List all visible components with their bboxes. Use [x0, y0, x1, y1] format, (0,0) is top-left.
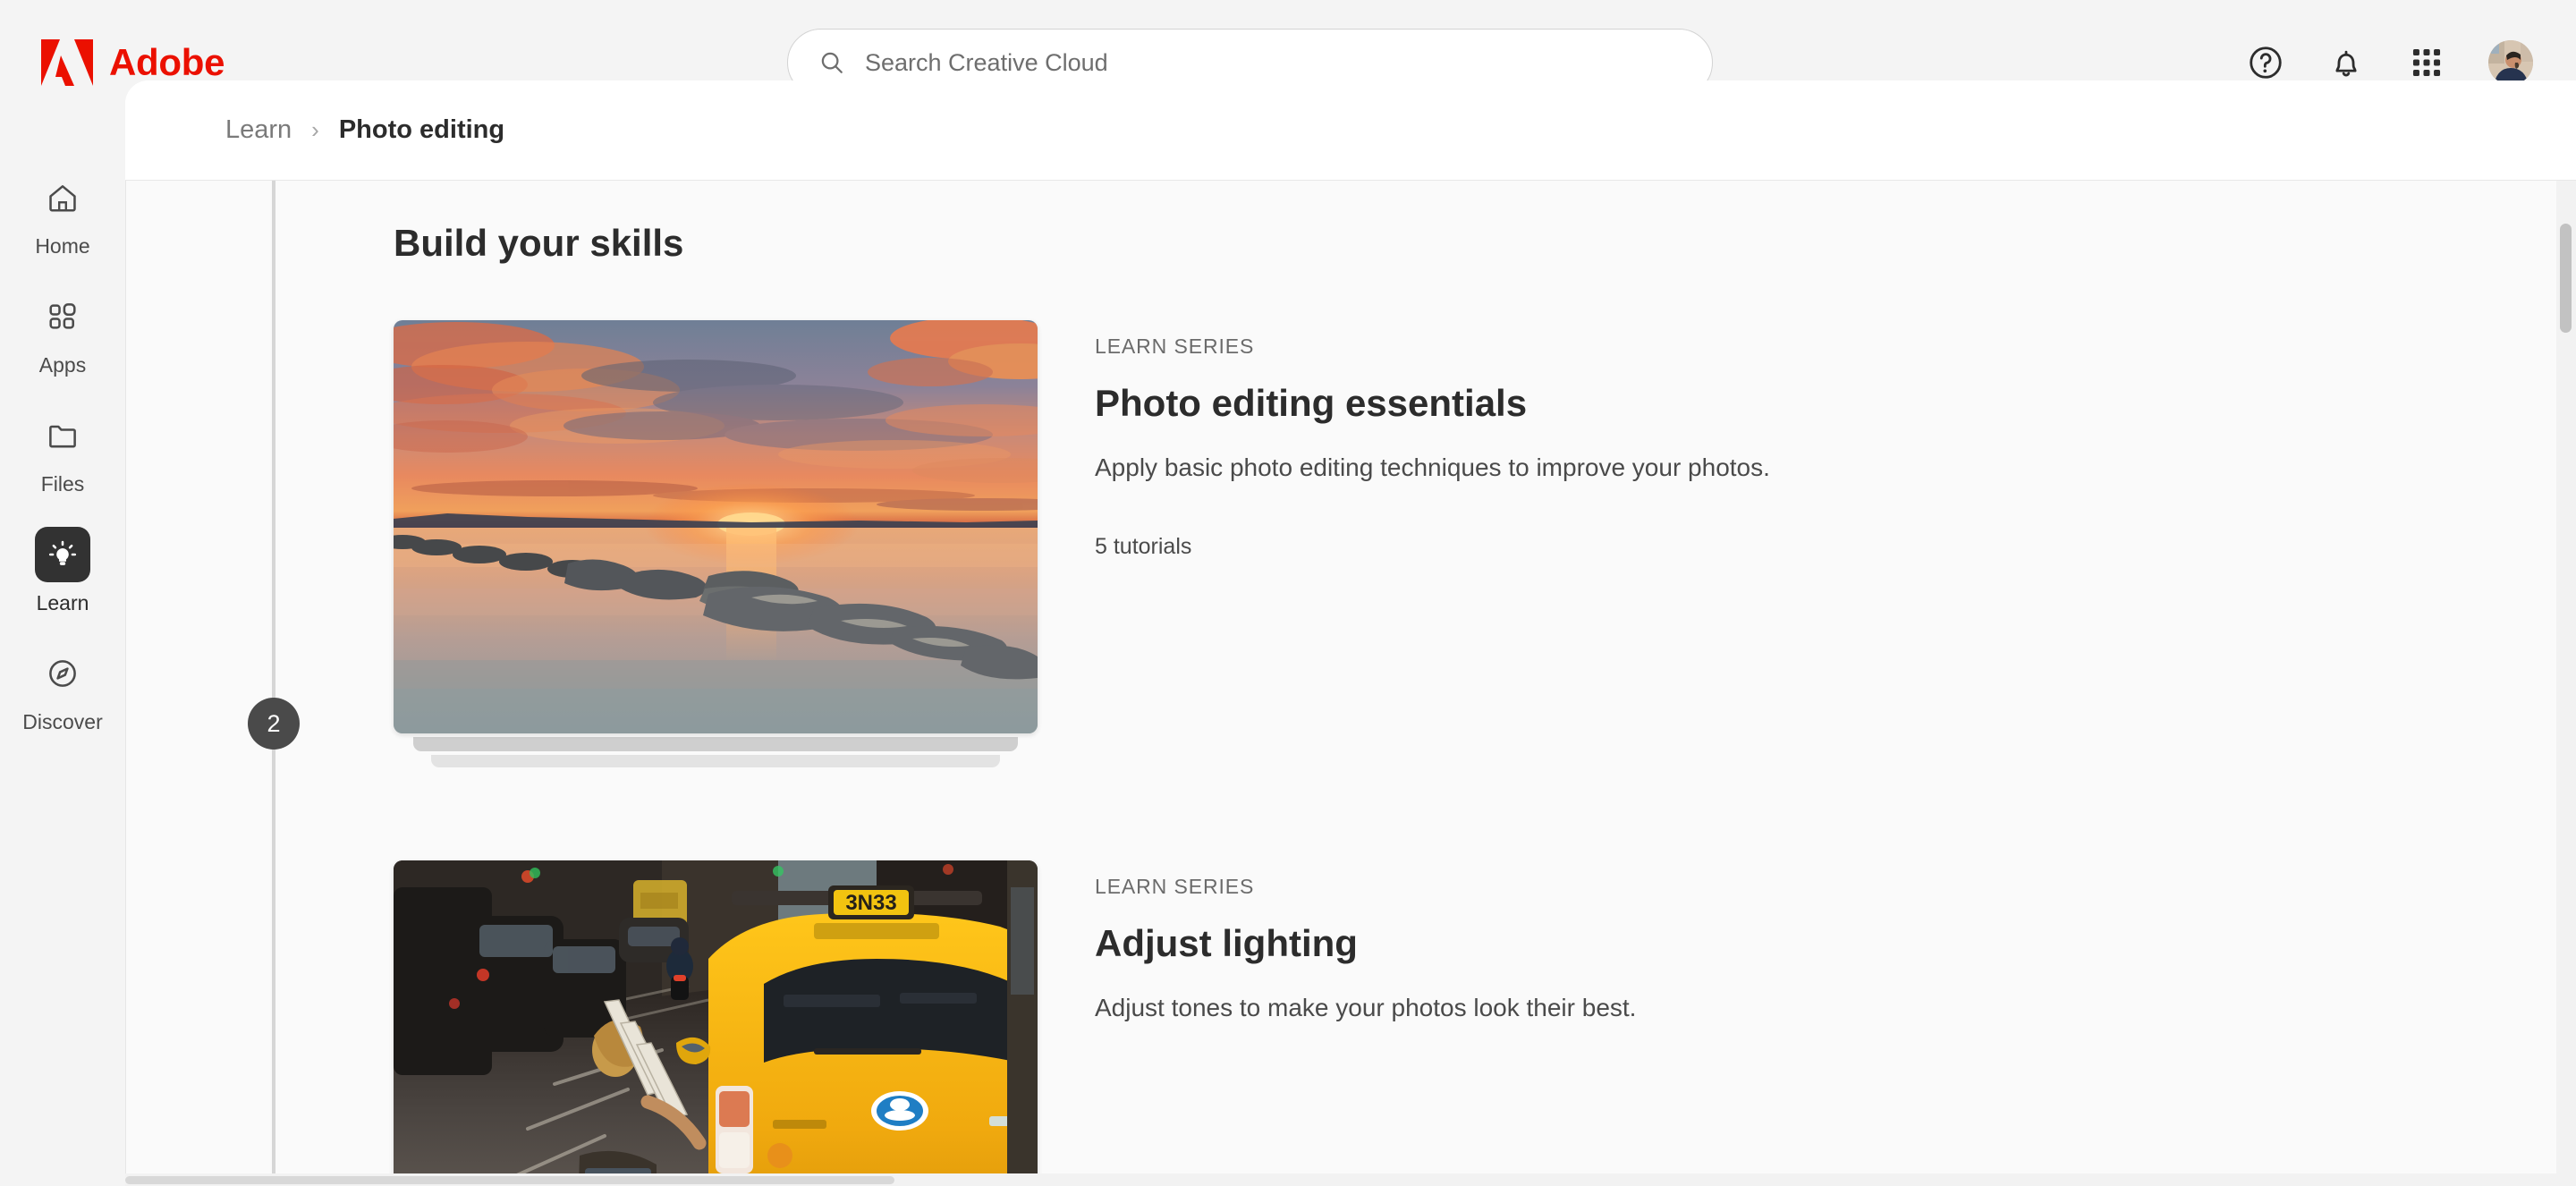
card-eyebrow: LEARN SERIES: [1095, 335, 1770, 359]
horizontal-scrollbar[interactable]: [125, 1173, 2576, 1186]
breadcrumb: Learn › Photo editing: [125, 80, 2576, 181]
adobe-wordmark: Adobe: [109, 41, 225, 84]
card-stack-layer: [431, 755, 1000, 767]
user-avatar[interactable]: [2488, 40, 2533, 85]
nyc-taxi-thumbnail[interactable]: 3N33: [394, 860, 1038, 1186]
timeline-rail: [272, 181, 275, 1186]
sidebar-item-label: Files: [41, 472, 85, 496]
sidebar-item-apps[interactable]: Apps: [13, 278, 112, 390]
folder-icon: [35, 408, 90, 463]
svg-text:3N33: 3N33: [845, 891, 896, 915]
adobe-brand[interactable]: Adobe: [41, 39, 225, 86]
sidebar-item-label: Discover: [22, 710, 102, 734]
step-badge[interactable]: 2: [248, 698, 300, 750]
apps-icon: [35, 289, 90, 344]
gutter-divider: [125, 181, 126, 1186]
card-body: LEARN SERIES Photo editing essentials Ap…: [1095, 320, 1770, 733]
card-body: LEARN SERIES Adjust lighting Adjust tone…: [1095, 860, 1636, 1186]
card-title[interactable]: Photo editing essentials: [1095, 382, 1770, 425]
app-grid-icon[interactable]: [2408, 44, 2445, 81]
sidebar-item-learn[interactable]: Learn: [13, 516, 112, 628]
bell-icon[interactable]: [2327, 44, 2365, 81]
vertical-scrollbar[interactable]: [2556, 181, 2576, 1186]
vertical-scrollbar-thumb[interactable]: [2560, 224, 2572, 333]
card-eyebrow: LEARN SERIES: [1095, 875, 1636, 899]
card-media: [394, 320, 1038, 733]
search-input[interactable]: [865, 49, 1624, 77]
breadcrumb-parent[interactable]: Learn: [225, 115, 292, 145]
learn-series-card[interactable]: 3N33: [394, 860, 2576, 1186]
chevron-right-icon: ›: [311, 116, 319, 144]
lightbulb-icon: [35, 527, 90, 582]
learn-series-card[interactable]: LEARN SERIES Photo editing essentials Ap…: [394, 320, 2576, 733]
main-panel: Learn › Photo editing 2 3 Build your ski…: [125, 80, 2576, 1186]
card-description: Apply basic photo editing techniques to …: [1095, 453, 1770, 482]
card-description: Adjust tones to make your photos look th…: [1095, 994, 1636, 1022]
card-stack-layer: [413, 737, 1018, 751]
search-icon: [818, 49, 845, 76]
sunset-seascape-thumbnail[interactable]: [394, 320, 1038, 733]
home-icon: [35, 170, 90, 225]
content-area: 2 3 Build your skills: [125, 181, 2576, 1186]
breadcrumb-current: Photo editing: [339, 115, 504, 145]
sidebar-item-label: Learn: [37, 591, 89, 615]
sidebar-item-discover[interactable]: Discover: [13, 635, 112, 747]
adobe-a-logo-icon: [41, 39, 93, 86]
sidebar: Home Apps Files: [0, 125, 125, 1186]
compass-icon: [35, 646, 90, 701]
sidebar-item-label: Apps: [39, 353, 86, 377]
help-icon[interactable]: [2247, 44, 2284, 81]
card-media: 3N33: [394, 860, 1038, 1186]
horizontal-scrollbar-thumb[interactable]: [125, 1176, 894, 1184]
section-title: Build your skills: [394, 222, 2576, 265]
card-tutorial-count: 5 tutorials: [1095, 534, 1770, 560]
content-inner: Build your skills: [329, 181, 2576, 1186]
sidebar-item-label: Home: [35, 234, 89, 258]
sidebar-item-home[interactable]: Home: [13, 159, 112, 271]
sidebar-item-files[interactable]: Files: [13, 397, 112, 509]
card-title[interactable]: Adjust lighting: [1095, 922, 1636, 965]
